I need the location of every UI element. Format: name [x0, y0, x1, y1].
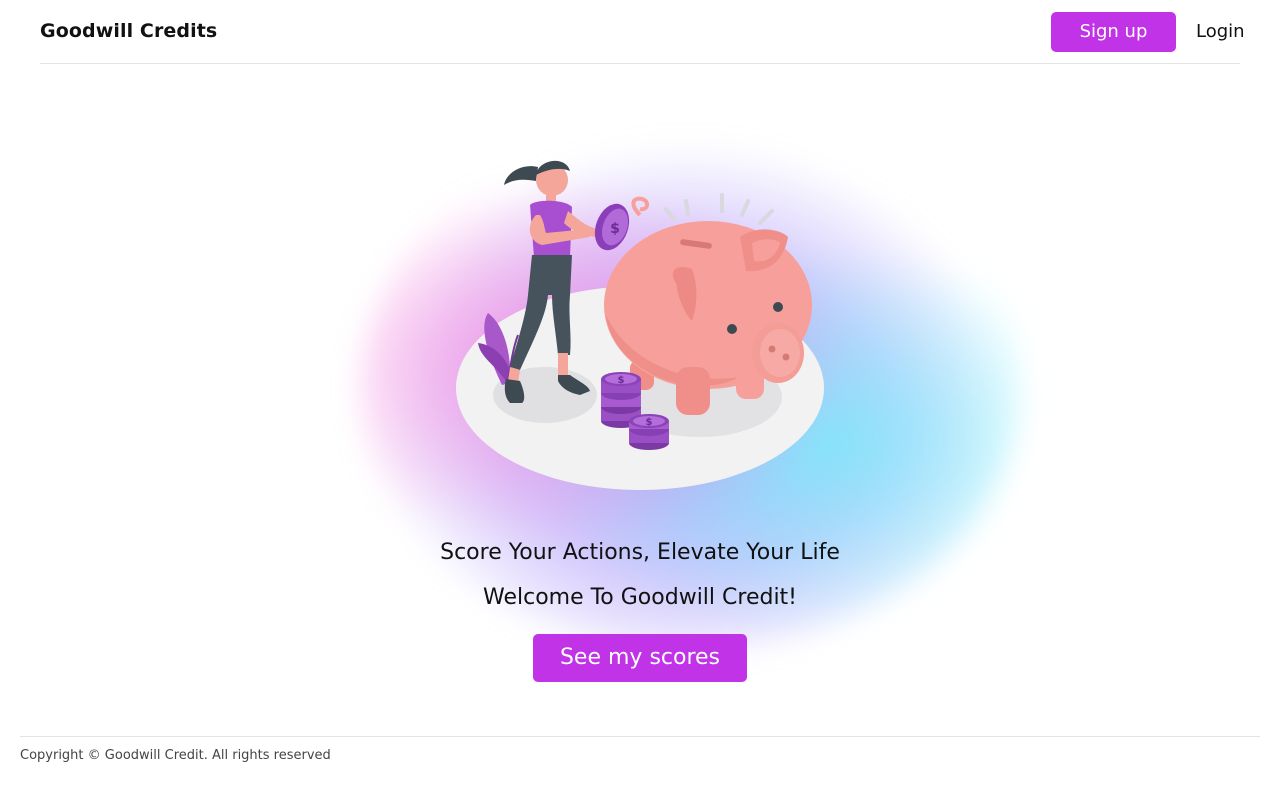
navbar: Goodwill Credits Sign up Login — [40, 0, 1245, 64]
copyright-text: Copyright © Goodwill Credit. All rights … — [20, 748, 331, 763]
hero-welcome: Welcome To Goodwill Credit! — [482, 585, 797, 610]
see-my-scores-button[interactable]: See my scores — [533, 634, 747, 682]
coin-held-icon: $ — [594, 203, 630, 251]
piggy-bank-illustration: $ $ $ — [456, 160, 824, 490]
login-link[interactable]: Login — [1196, 21, 1245, 42]
footer: Copyright © Goodwill Credit. All rights … — [20, 736, 1260, 763]
hero-tagline: Score Your Actions, Elevate Your Life — [440, 540, 840, 565]
svg-text:$: $ — [618, 375, 625, 386]
brand-title[interactable]: Goodwill Credits — [40, 20, 217, 42]
svg-text:$: $ — [610, 221, 620, 237]
svg-text:$: $ — [646, 417, 653, 428]
signup-button[interactable]: Sign up — [1051, 12, 1176, 52]
